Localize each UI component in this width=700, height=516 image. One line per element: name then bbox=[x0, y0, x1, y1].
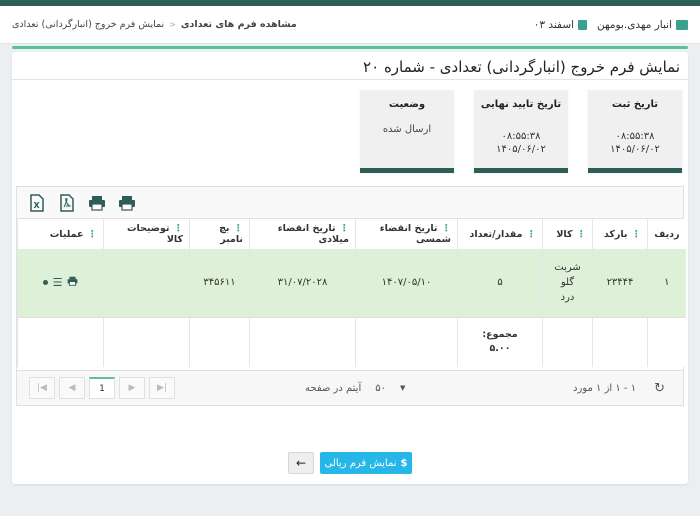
items-table: ردیف ⋮بارکد ⋮کالا ⋮مقدار/تعداد ⋮تاریخ ان… bbox=[17, 219, 686, 367]
chevron-down-icon[interactable]: ▼ bbox=[400, 384, 405, 392]
table-summary-row: مجموع: ۵.۰۰ bbox=[17, 316, 686, 367]
col-header-exp-miladi[interactable]: ⋮تاریخ انقضاء میلادی bbox=[249, 219, 356, 249]
main-panel: نمایش فرم خروج (انبارگردانی) تعدادی - شم… bbox=[12, 52, 688, 484]
col-header-desc[interactable]: ⋮توضیحات کالا bbox=[103, 219, 190, 249]
card-register-date: تاریخ ثبت ۰۸:۵۵:۳۸ ۱۴۰۵/۰۶/۰۲ bbox=[588, 90, 682, 173]
cell-product: شربت گلو درد bbox=[542, 249, 593, 317]
store-icon bbox=[676, 19, 688, 30]
breadcrumb-separator: < bbox=[169, 20, 176, 29]
page-size-label: آیتم در صفحه bbox=[305, 382, 362, 394]
page-size: ▼ ۵۰ آیتم در صفحه bbox=[305, 383, 405, 394]
back-button[interactable]: ← bbox=[288, 452, 314, 474]
card-final-approval-date: تاریخ تایید نهایی ۰۸:۵۵:۳۸ ۱۴۰۵/۰۶/۰۲ bbox=[474, 90, 568, 173]
cell-batch: ۳۴۵۶۱۱ bbox=[189, 249, 250, 317]
breadcrumb: مشاهده فرم های تعدادی < نمایش فرم خروج (… bbox=[12, 19, 297, 30]
cell-exp-shamsi: ۱۴۰۷/۰۵/۱۰ bbox=[355, 249, 458, 317]
cell-exp-miladi: ۳۱/۰۷/۲۰۲۸ bbox=[249, 249, 356, 317]
card-time: ۰۸:۵۵:۳۸ bbox=[615, 131, 655, 142]
sum-label: مجموع: bbox=[482, 329, 518, 341]
pager-info: ↻ ۱ - ۱ از ۱ مورد bbox=[573, 381, 665, 396]
table-header-row: ردیف ⋮بارکد ⋮کالا ⋮مقدار/تعداد ⋮تاریخ ان… bbox=[17, 219, 686, 249]
card-date: ۱۴۰۵/۰۶/۰۲ bbox=[610, 144, 660, 155]
card-date: ۱۴۰۵/۰۶/۰۲ bbox=[496, 144, 546, 155]
pager-range: ۱ - ۱ از ۱ مورد bbox=[573, 382, 637, 394]
card-status-value: ارسال شده bbox=[382, 124, 432, 135]
svg-text:X: X bbox=[34, 201, 41, 210]
arrow-left-icon: ← bbox=[295, 456, 307, 470]
next-page-button[interactable]: ▶ bbox=[119, 377, 145, 399]
date-selector[interactable]: اسفند ۰۳ bbox=[533, 18, 588, 31]
card-time: ۰۸:۵۵:۳۸ bbox=[501, 131, 541, 142]
show-rial-form-button[interactable]: $ نمایش فرم ریالی bbox=[320, 452, 412, 474]
pager: |◀ ◀ 1 ▶ ▶| ▼ ۵۰ آیتم در صفحه ↻ ۱ - ۱ از… bbox=[16, 370, 684, 406]
cell-index: ۱ bbox=[647, 249, 686, 317]
grid-toolbar: X bbox=[17, 187, 683, 219]
col-header-actions[interactable]: ⋮عملیات bbox=[17, 219, 104, 249]
pager-buttons: |◀ ◀ 1 ▶ ▶| bbox=[29, 377, 175, 399]
cell-barcode: ۲۳۴۴۴ bbox=[592, 249, 648, 317]
cell-sum: مجموع: ۵.۰۰ bbox=[457, 316, 543, 367]
print-icon[interactable] bbox=[87, 193, 107, 213]
page-title: نمایش فرم خروج (انبارگردانی) تعدادی - شم… bbox=[12, 52, 688, 80]
print-icon[interactable] bbox=[117, 193, 137, 213]
cell-desc bbox=[103, 249, 190, 317]
excel-icon[interactable]: X bbox=[27, 193, 47, 213]
card-value: ۰۸:۵۵:۳۸ ۱۴۰۵/۰۶/۰۲ bbox=[588, 130, 682, 156]
breadcrumb-item-current: نمایش فرم خروج (انبارگردانی) تعدادی bbox=[12, 19, 165, 30]
list-icon[interactable]: ☰ bbox=[53, 276, 63, 289]
store-label: انبار مهدی.بومهن bbox=[597, 18, 672, 31]
col-header-qty[interactable]: ⋮مقدار/تعداد bbox=[457, 219, 543, 249]
dollar-icon: $ bbox=[400, 457, 408, 469]
col-header-batch[interactable]: ⋮بچ نامبر bbox=[189, 219, 250, 249]
header-info: انبار مهدی.بومهن اسفند ۰۳ bbox=[534, 19, 688, 31]
show-rial-form-label: نمایش فرم ریالی bbox=[324, 457, 397, 469]
print-icon[interactable] bbox=[67, 276, 78, 289]
card-value: ۰۸:۵۵:۳۸ ۱۴۰۵/۰۶/۰۲ bbox=[474, 130, 568, 156]
cell-actions: ☰ bbox=[17, 249, 104, 317]
header: انبار مهدی.بومهن اسفند ۰۳ مشاهده فرم های… bbox=[0, 6, 700, 44]
date-label: اسفند ۰۳ bbox=[533, 18, 575, 31]
dot-icon[interactable] bbox=[42, 280, 48, 286]
refresh-icon[interactable]: ↻ bbox=[654, 381, 665, 396]
action-bar: ← $ نمایش فرم ریالی bbox=[12, 452, 688, 474]
page-size-select[interactable]: ۵۰ bbox=[375, 383, 386, 394]
col-header-barcode[interactable]: ⋮بارکد bbox=[592, 219, 648, 249]
cell-qty: ۵ bbox=[457, 249, 543, 317]
header-underline bbox=[12, 46, 688, 49]
info-cards: تاریخ ثبت ۰۸:۵۵:۳۸ ۱۴۰۵/۰۶/۰۲ تاریخ تایی… bbox=[360, 90, 682, 173]
card-title: تاریخ ثبت bbox=[611, 99, 659, 110]
first-page-button[interactable]: |◀ bbox=[29, 377, 55, 399]
col-header-exp-shamsi[interactable]: ⋮تاریخ انقضاء شمسی bbox=[355, 219, 458, 249]
calendar-icon bbox=[578, 19, 588, 30]
col-header-product[interactable]: ⋮کالا bbox=[542, 219, 593, 249]
breadcrumb-item-forms[interactable]: مشاهده فرم های تعدادی bbox=[181, 19, 297, 30]
card-status: وضعیت ارسال شده bbox=[360, 90, 454, 173]
pdf-icon[interactable] bbox=[57, 193, 77, 213]
table-row[interactable]: ۱ ۲۳۴۴۴ شربت گلو درد ۵ ۱۴۰۷/۰۵/۱۰ ۳۱/۰۷/… bbox=[17, 249, 686, 317]
current-page-button[interactable]: 1 bbox=[89, 377, 115, 399]
card-title: وضعیت bbox=[388, 99, 426, 110]
card-title: تاریخ تایید نهایی bbox=[480, 99, 562, 110]
prev-page-button[interactable]: ◀ bbox=[59, 377, 85, 399]
store-selector[interactable]: انبار مهدی.بومهن bbox=[597, 19, 688, 31]
last-page-button[interactable]: ▶| bbox=[149, 377, 175, 399]
sum-value: ۵.۰۰ bbox=[489, 343, 511, 355]
col-header-index[interactable]: ردیف bbox=[647, 219, 686, 249]
